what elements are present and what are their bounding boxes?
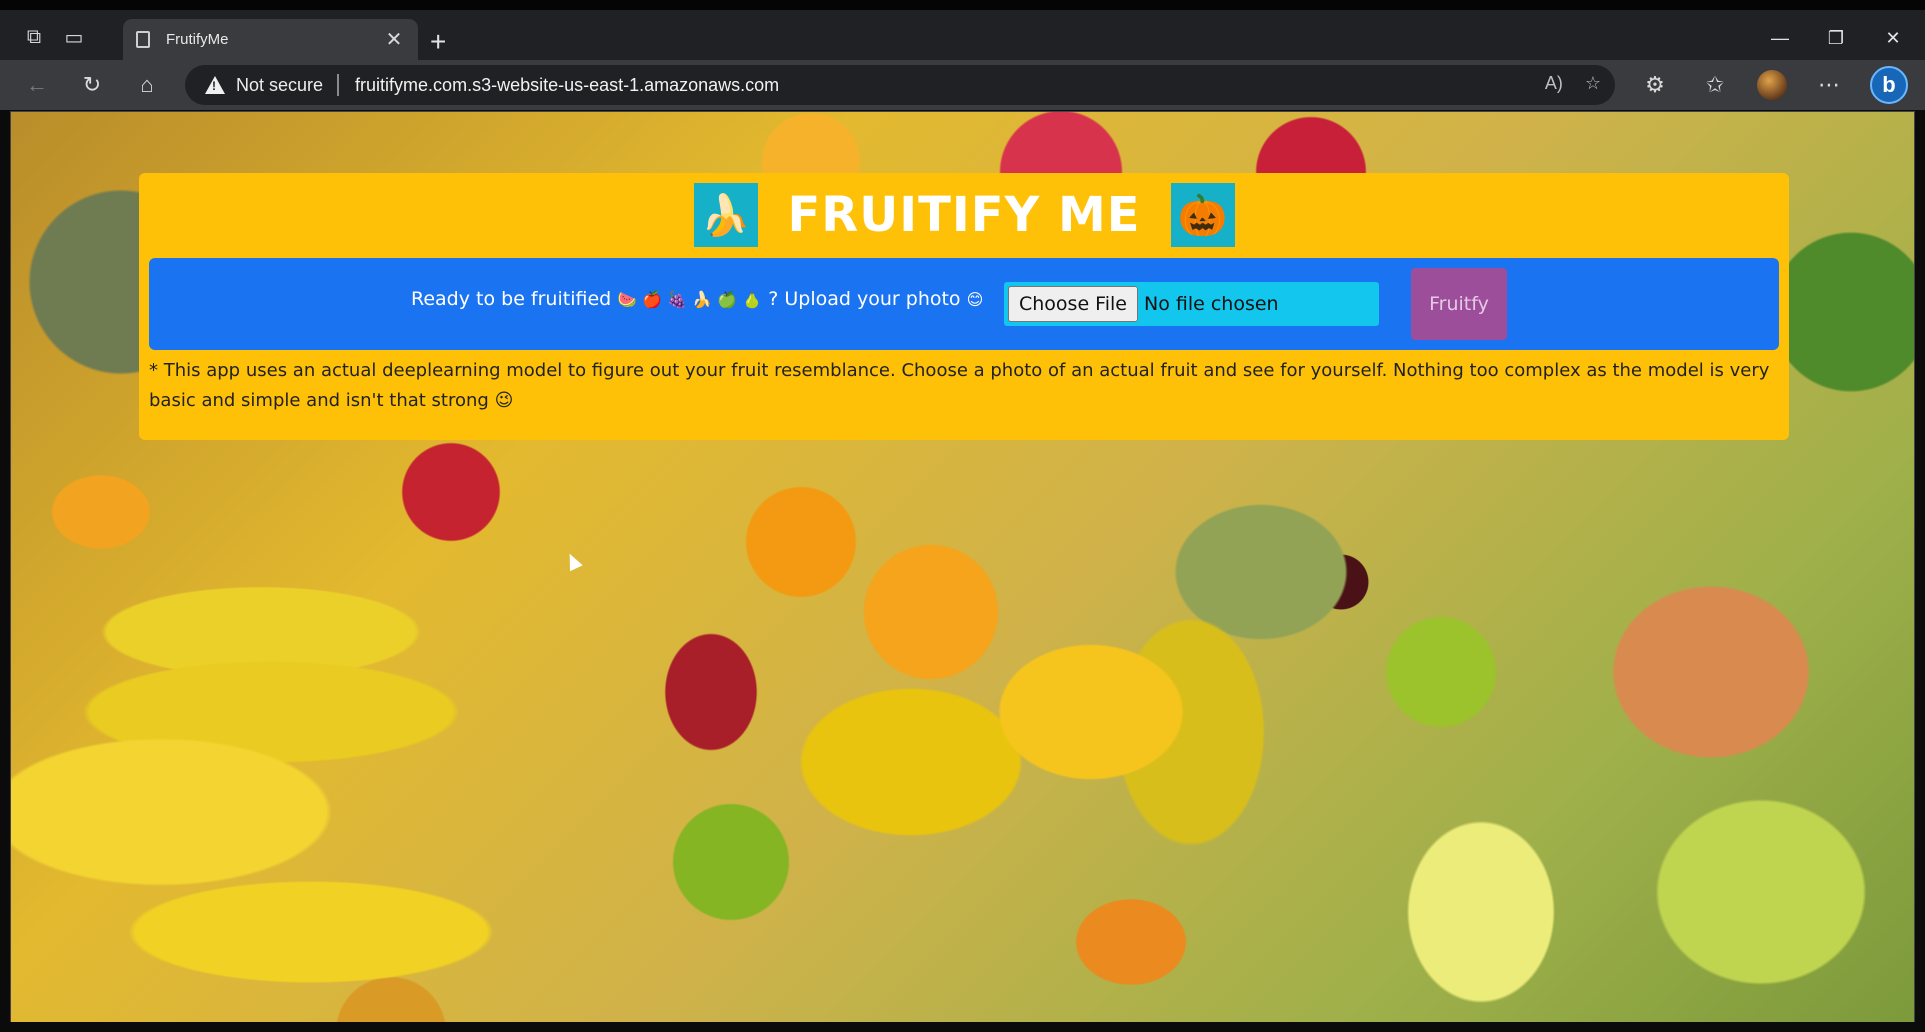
tab-bar: ⧉ ▭ FrutifyMe ✕ + — ❐ ✕: [0, 10, 1925, 60]
upload-panel: Ready to be fruitified 🍉 🍎 🍇 🍌 🍏 🍐 ? Upl…: [149, 258, 1779, 350]
disclaimer-note: * This app uses an actual deeplearning m…: [149, 356, 1781, 416]
web-viewport: 🍌 FRUITIFY ME 🎃 Ready to be fruitified 🍉…: [10, 111, 1915, 1023]
address-bar[interactable]: Not secure fruitifyme.com.s3-website-us-…: [185, 65, 1615, 105]
mouse-cursor: [563, 550, 583, 572]
security-label[interactable]: Not secure: [236, 75, 323, 96]
smile-emoji: 😊: [966, 290, 984, 309]
bing-icon[interactable]: b: [1870, 66, 1908, 104]
restore-button[interactable]: ❐: [1816, 28, 1856, 49]
more-menu-icon[interactable]: ⋯: [1812, 70, 1846, 100]
fruitify-button[interactable]: Fruitfy: [1411, 268, 1507, 340]
wink-emoji: 😉: [494, 390, 514, 411]
choose-file-button[interactable]: Choose File: [1008, 286, 1138, 322]
page-title: FRUITIFY ME: [787, 187, 1141, 243]
file-status: No file chosen: [1143, 293, 1279, 315]
pumpkin-gif: 🎃: [1170, 183, 1235, 247]
warning-icon: [205, 76, 225, 94]
add-favorite-icon[interactable]: ☆: [1585, 73, 1601, 94]
read-aloud-icon[interactable]: A): [1545, 73, 1563, 94]
page-icon: [136, 31, 150, 48]
tab-actions-icon[interactable]: ▭: [58, 22, 90, 52]
address-separator: [337, 74, 340, 96]
close-tab-icon[interactable]: ✕: [384, 27, 404, 52]
close-window-button[interactable]: ✕: [1873, 28, 1913, 49]
address-actions: A) ☆: [1545, 73, 1601, 94]
new-tab-button[interactable]: +: [430, 28, 446, 56]
window-top-edge: [0, 0, 1925, 10]
dancing-banana-gif: 🍌: [693, 183, 758, 247]
workspaces-icon[interactable]: ⧉: [18, 22, 50, 52]
note-text: * This app uses an actual deeplearning m…: [149, 360, 1770, 411]
file-input[interactable]: Choose File No file chosen: [1004, 282, 1379, 326]
tab-title: FrutifyMe: [166, 31, 229, 48]
header: 🍌 FRUITIFY ME 🎃: [139, 183, 1789, 247]
extensions-icon[interactable]: ⚙: [1638, 70, 1672, 100]
home-icon[interactable]: ⌂: [130, 70, 164, 100]
prompt-start: Ready to be fruitified: [411, 288, 618, 310]
navigation-bar: ← ↻ ⌂ Not secure fruitifyme.com.s3-websi…: [0, 60, 1925, 110]
refresh-icon[interactable]: ↻: [75, 70, 109, 100]
back-icon[interactable]: ←: [20, 70, 54, 100]
profile-avatar[interactable]: [1757, 70, 1787, 100]
url-text[interactable]: fruitifyme.com.s3-website-us-east-1.amaz…: [355, 75, 779, 96]
window-bottom-edge: [0, 1022, 1925, 1032]
tab-fruitifyme[interactable]: FrutifyMe ✕: [123, 19, 418, 60]
favorites-icon[interactable]: ✩: [1698, 70, 1732, 100]
fruit-emojis: 🍉 🍎 🍇 🍌 🍏 🍐: [617, 290, 763, 309]
upload-prompt: Ready to be fruitified 🍉 🍎 🍇 🍌 🍏 🍐 ? Upl…: [411, 288, 983, 310]
minimize-button[interactable]: —: [1760, 28, 1800, 49]
prompt-end: ? Upload your photo: [762, 288, 967, 310]
main-card: 🍌 FRUITIFY ME 🎃 Ready to be fruitified 🍉…: [139, 173, 1789, 440]
